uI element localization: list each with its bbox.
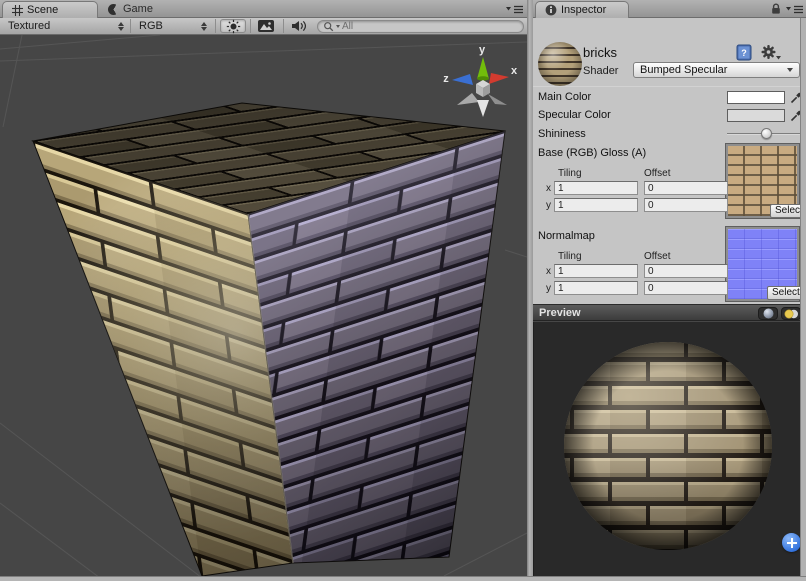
- normalmap-label: Normalmap: [538, 230, 595, 242]
- unity-editor-window: Scene Game Textured RGB: [0, 0, 806, 581]
- color-mode-dropdown[interactable]: RGB: [139, 18, 207, 34]
- scene-toolbar: Textured RGB: [0, 18, 527, 35]
- inspector-body: bricks Shader Bumped Specular ?: [533, 18, 800, 304]
- color-mode-value: RGB: [139, 20, 163, 32]
- shininess-knob[interactable]: [761, 128, 772, 139]
- add-button[interactable]: [782, 533, 801, 552]
- shader-value: Bumped Specular: [640, 64, 727, 76]
- scene-viewport[interactable]: y z x: [0, 35, 527, 576]
- game-icon: [108, 4, 119, 15]
- tab-scene[interactable]: Scene: [2, 1, 98, 18]
- brick-cube[interactable]: [33, 103, 505, 576]
- axis-cone-negx[interactable]: [457, 93, 479, 105]
- tab-inspector[interactable]: Inspector: [535, 1, 629, 18]
- tab-scene-label: Scene: [27, 4, 58, 16]
- search-input[interactable]: [342, 21, 502, 32]
- gizmo-label-z: z: [443, 73, 449, 85]
- gear-button[interactable]: [761, 44, 781, 61]
- scene-tabbar: Scene Game: [0, 0, 527, 18]
- base-tiling-header: Tiling: [558, 168, 582, 179]
- base-x-label: x: [546, 183, 551, 194]
- base-texture-label: Base (RGB) Gloss (A): [538, 147, 646, 159]
- updown-arrow-icon: [201, 22, 207, 31]
- lighting-toggle-icon: [784, 309, 799, 319]
- grid-icon: [12, 5, 23, 16]
- main-color-swatch[interactable]: [727, 91, 785, 104]
- search-filter-arrow-icon[interactable]: [336, 25, 340, 28]
- preview-lighting-button[interactable]: [781, 307, 801, 320]
- window-bottom-edge: [0, 576, 806, 581]
- axis-cone-negz[interactable]: [488, 94, 507, 105]
- material-preview-ball: [538, 42, 582, 86]
- base-tiling-y-field[interactable]: [554, 198, 638, 212]
- axis-cone-negy[interactable]: [477, 100, 489, 117]
- material-name: bricks: [583, 45, 617, 60]
- axis-gizmo[interactable]: y z x: [443, 44, 518, 117]
- inspector-pane: Inspector bricks Shader Bumped Specular …: [533, 0, 806, 581]
- axis-cone-z[interactable]: [452, 74, 473, 85]
- scene-skybox-toggle[interactable]: [252, 19, 280, 33]
- gizmo-label-y: y: [479, 44, 486, 56]
- lock-icon[interactable]: [771, 3, 781, 15]
- scene-pane: Scene Game Textured RGB: [0, 0, 527, 581]
- normal-offset-x-field[interactable]: [644, 264, 728, 278]
- shininess-slider[interactable]: [727, 127, 801, 141]
- info-icon: [545, 4, 557, 16]
- normal-tiling-x-field[interactable]: [554, 264, 638, 278]
- render-mode-value: Textured: [8, 20, 50, 32]
- chevron-down-icon: [787, 68, 793, 72]
- base-offset-x-field[interactable]: [644, 181, 728, 195]
- scene-lighting-toggle[interactable]: [220, 19, 246, 33]
- sphere-icon: [763, 308, 774, 319]
- base-y-label: y: [546, 200, 551, 211]
- normal-offset-y-field[interactable]: [644, 281, 728, 295]
- preview-body[interactable]: [533, 322, 800, 576]
- axis-cone-x[interactable]: [489, 73, 509, 84]
- normal-y-label: y: [546, 283, 551, 294]
- sun-icon: [226, 19, 241, 34]
- shader-label: Shader: [583, 65, 618, 77]
- svg-text:?: ?: [741, 48, 747, 58]
- preview-mesh-button[interactable]: [758, 307, 778, 320]
- base-offset-y-field[interactable]: [644, 198, 728, 212]
- render-mode-dropdown[interactable]: Textured: [8, 18, 124, 34]
- normal-x-label: x: [546, 266, 551, 277]
- help-button[interactable]: ?: [736, 44, 753, 61]
- specular-color-label: Specular Color: [538, 109, 611, 121]
- preview-sphere: [534, 322, 801, 576]
- gizmo-label-x: x: [511, 65, 518, 77]
- inspector-tabbar: Inspector: [533, 0, 806, 18]
- window-right-edge: [800, 18, 806, 576]
- image-icon: [258, 20, 274, 32]
- speaker-icon: [291, 20, 308, 32]
- gear-menu-arrow-icon: [776, 56, 781, 60]
- normal-tiling-y-field[interactable]: [554, 281, 638, 295]
- preview-title: Preview: [539, 307, 581, 319]
- shininess-label: Shininess: [538, 128, 586, 140]
- inspector-panel-menu-icon[interactable]: [786, 5, 803, 14]
- main-color-label: Main Color: [538, 91, 591, 103]
- scene-panel-menu-icon[interactable]: [506, 5, 523, 14]
- specular-color-swatch[interactable]: [727, 109, 785, 122]
- updown-arrow-icon: [118, 22, 124, 31]
- search-icon: [323, 21, 334, 32]
- scene-audio-toggle[interactable]: [285, 19, 313, 33]
- preview-header[interactable]: Preview: [533, 304, 800, 321]
- normal-tiling-header: Tiling: [558, 251, 582, 262]
- gizmo-cube[interactable]: [476, 80, 490, 97]
- tab-game-label: Game: [123, 3, 153, 15]
- base-offset-header: Offset: [644, 168, 671, 179]
- axis-cone-y[interactable]: [477, 57, 489, 79]
- scene-search-field[interactable]: [317, 20, 524, 33]
- base-tiling-x-field[interactable]: [554, 181, 638, 195]
- tab-game[interactable]: Game: [108, 1, 153, 17]
- shader-dropdown[interactable]: Bumped Specular: [633, 62, 800, 78]
- tab-inspector-label: Inspector: [561, 4, 606, 16]
- normal-offset-header: Offset: [644, 251, 671, 262]
